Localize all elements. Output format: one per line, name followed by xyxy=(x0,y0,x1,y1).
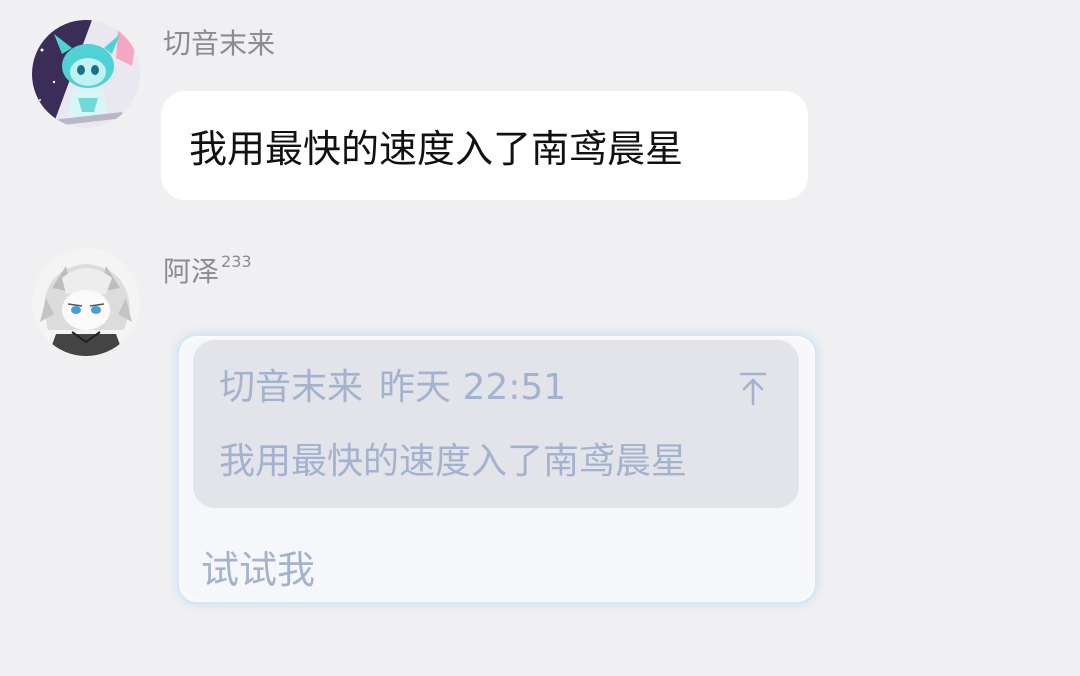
sender-badge: 233 xyxy=(221,252,252,271)
avatar[interactable] xyxy=(32,248,140,356)
arrow-up-to-line-icon[interactable] xyxy=(733,368,773,408)
quote-author: 切音末来 xyxy=(219,367,364,408)
anime-avatar-monochrome-icon xyxy=(32,248,140,356)
quote-meta: 切音末来 昨天 22:51 xyxy=(219,370,566,406)
sender-name: 切音末来 xyxy=(163,27,276,60)
quote-time: 昨天 22:51 xyxy=(379,367,567,408)
message-bubble[interactable]: 我用最快的速度入了南鸢晨星 xyxy=(161,91,808,200)
anime-avatar-cyan-icon xyxy=(32,20,140,128)
sender-name: 阿泽 233 xyxy=(163,254,252,288)
quoted-message[interactable]: 切音末来 昨天 22:51 我用最快的速度入了南鸢晨星 xyxy=(193,340,799,508)
quote-text: 我用最快的速度入了南鸢晨星 xyxy=(219,441,688,482)
message-text: 我用最快的速度入了南鸢晨星 xyxy=(189,127,684,171)
reply-message-card[interactable]: 切音末来 昨天 22:51 我用最快的速度入了南鸢晨星 试试我 xyxy=(177,334,817,604)
chat-view: 切音末来 我用最快的速度入了南鸢晨星 阿泽233 切音末来昨天 22:51 xyxy=(0,0,1080,676)
reply-text: 试试我 xyxy=(201,548,316,592)
avatar[interactable] xyxy=(32,20,140,128)
sender-name-text: 阿泽 xyxy=(163,255,220,288)
